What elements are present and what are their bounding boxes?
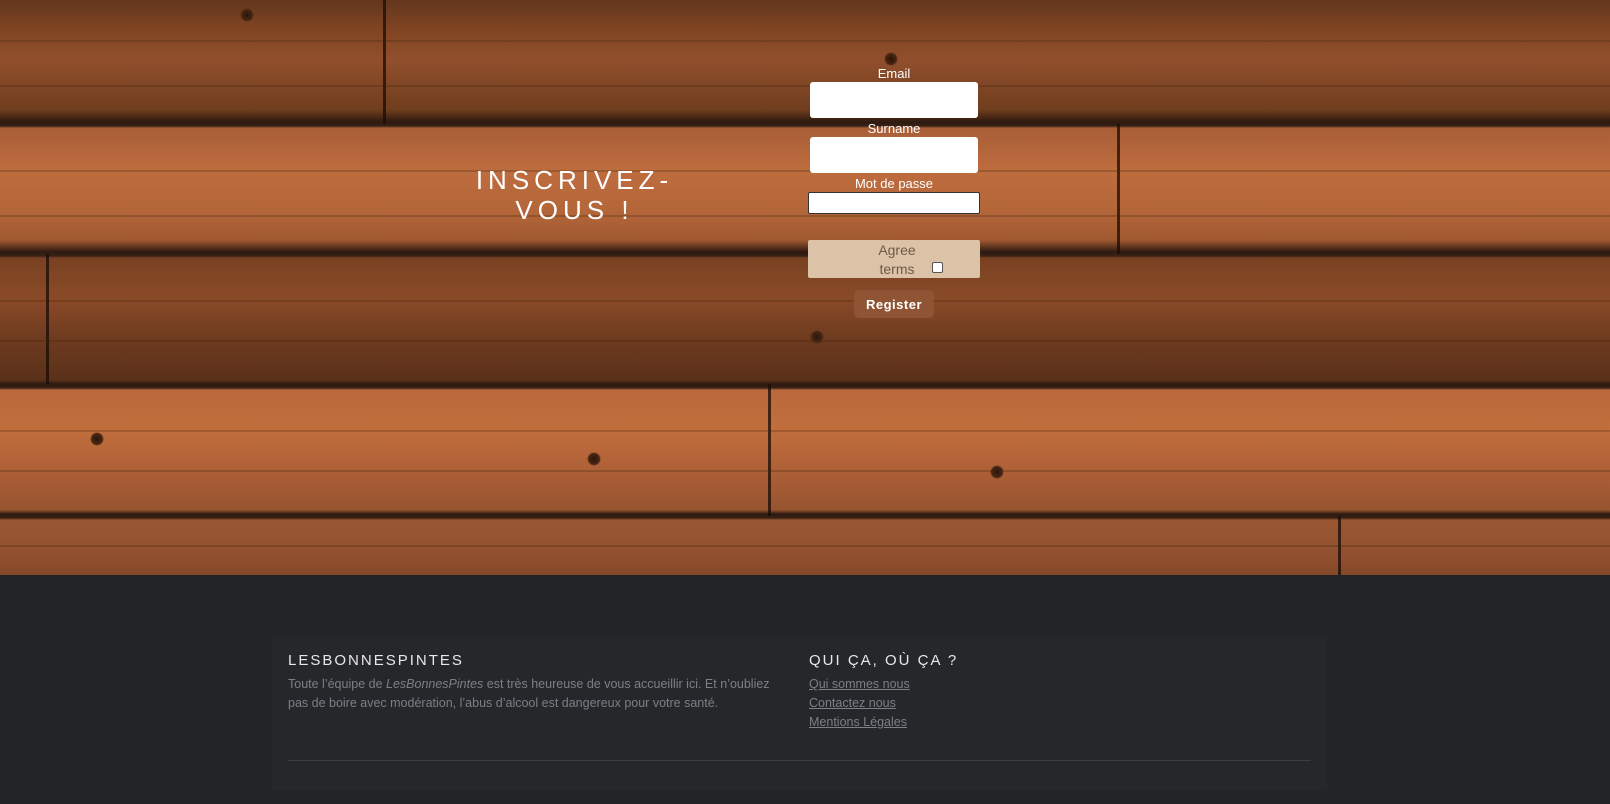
register-button[interactable]: Register [854, 290, 934, 318]
footer-links: QUI ÇA, OÙ ÇA ? Qui sommes nous Contacte… [809, 652, 1109, 732]
wood-grain [0, 300, 1610, 302]
link-contactez-nous[interactable]: Contactez nous [809, 694, 1109, 713]
page-title: INSCRIVEZ-VOUS ! [475, 165, 674, 225]
hero-section: INSCRIVEZ-VOUS ! Email Surname Mot de pa… [0, 0, 1610, 575]
wood-knot [990, 465, 1004, 479]
footer-about-text-start: Toute l’équipe de [288, 677, 386, 691]
wood-grain [0, 340, 1610, 342]
footer-about: LESBONNESPINTES Toute l’équipe de LesBon… [288, 652, 788, 713]
wood-knot [90, 432, 104, 446]
wood-grain [0, 85, 1610, 87]
surname-input[interactable] [810, 137, 978, 173]
wood-knot [810, 330, 824, 344]
agree-terms-box: Agree terms [808, 240, 980, 278]
agree-terms-label: Agree terms [878, 242, 916, 277]
footer-about-heading: LESBONNESPINTES [288, 652, 464, 669]
footer-card: LESBONNESPINTES Toute l’équipe de LesBon… [272, 636, 1327, 790]
wood-grain [0, 430, 1610, 432]
wood-grain [0, 170, 1610, 172]
link-mentions-legales[interactable]: Mentions Légales [809, 713, 1109, 732]
footer: LESBONNESPINTES Toute l’équipe de LesBon… [0, 575, 1610, 804]
register-form: Email Surname Mot de passe Agree terms R… [808, 66, 980, 318]
wood-knot [884, 52, 898, 66]
footer-divider [288, 760, 1311, 761]
wood-grain [0, 545, 1610, 547]
email-input[interactable] [810, 82, 978, 118]
wood-grain [0, 470, 1610, 472]
agree-terms-checkbox[interactable] [932, 262, 943, 273]
footer-links-heading: QUI ÇA, OÙ ÇA ? [809, 652, 959, 669]
password-input[interactable] [808, 192, 980, 214]
wood-knot [587, 452, 601, 466]
wood-knot [240, 8, 254, 22]
footer-about-brand: LesBonnesPintes [386, 677, 484, 691]
wood-seam [1117, 124, 1120, 254]
surname-label: Surname [867, 121, 921, 136]
link-qui-sommes-nous[interactable]: Qui sommes nous [809, 675, 1109, 694]
wood-seam [383, 0, 386, 124]
password-label: Mot de passe [854, 176, 934, 191]
wood-grain [0, 215, 1610, 217]
wood-seam [46, 254, 49, 384]
email-label: Email [877, 66, 911, 81]
footer-about-text: Toute l’équipe de LesBonnesPintes est tr… [288, 675, 788, 713]
wood-grain [0, 40, 1610, 42]
wood-seam [768, 384, 771, 516]
footer-links-list: Qui sommes nous Contactez nous Mentions … [809, 675, 1109, 732]
